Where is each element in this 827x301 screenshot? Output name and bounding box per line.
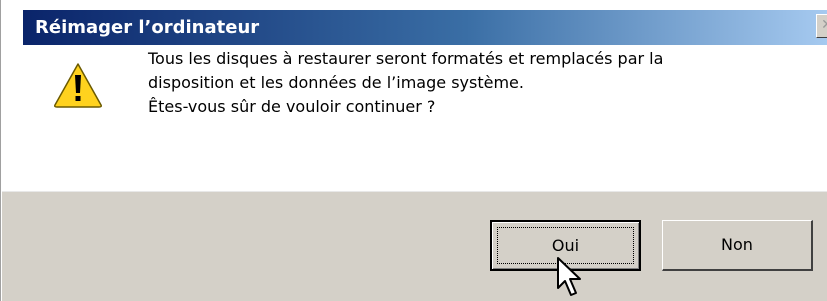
message-line: Tous les disques à restaurer seront form…	[148, 49, 664, 68]
dialog-message: Tous les disques à restaurer seront form…	[148, 47, 818, 119]
message-line: disposition et les données de l’image sy…	[148, 73, 524, 92]
message-line: Êtes-vous sûr de vouloir continuer ?	[148, 97, 436, 116]
no-button-label: Non	[721, 235, 753, 254]
title-bar[interactable]: Réimager l’ordinateur ✕	[23, 10, 827, 45]
no-button[interactable]: Non	[662, 220, 813, 271]
close-button[interactable]: ✕	[816, 14, 827, 38]
warning-icon	[54, 63, 102, 108]
confirmation-dialog: Réimager l’ordinateur ✕ Tous les disques…	[0, 0, 827, 301]
window-title: Réimager l’ordinateur	[35, 17, 260, 38]
mouse-cursor-icon	[557, 257, 581, 296]
